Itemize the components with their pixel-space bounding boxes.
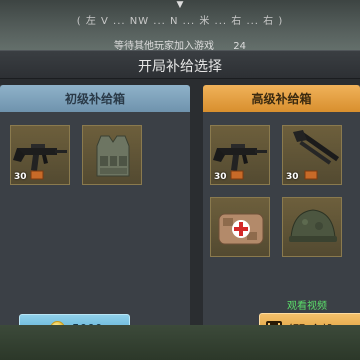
- advanced-supply-panel: 高级补给箱 30 30: [203, 85, 360, 351]
- dialog-header: 开局补给选择: [0, 51, 360, 79]
- item-slot-medkit: [210, 197, 270, 257]
- chevron-down-icon[interactable]: ▼: [175, 0, 185, 10]
- basic-supply-header: 初级补给箱: [0, 85, 190, 112]
- item-slot-rifle: 30: [10, 125, 70, 185]
- tactical-vest-icon: [96, 135, 130, 177]
- basic-supply-title: 初级补给箱: [64, 92, 125, 106]
- game-background-bottom: [0, 325, 360, 360]
- item-count: 30: [214, 172, 227, 182]
- watch-video-label[interactable]: 观看视频: [287, 297, 327, 312]
- basic-supply-panel: 初级补给箱 30: [0, 85, 190, 351]
- helmet-icon: [289, 209, 337, 242]
- supply-selection-dialog: 开局补给选择 初级补给箱 30 高级补给箱 30 30: [0, 50, 360, 351]
- advanced-supply-title: 高级补给箱: [251, 92, 312, 106]
- first-aid-kit-icon: [218, 213, 264, 245]
- hud-top-bar: ▼ ( 左 V ... NW ... N ... 米 ... 右 ... 右 )…: [0, 0, 360, 52]
- item-slot-shotgun: 30: [282, 125, 342, 185]
- item-slot-rifle: 30: [210, 125, 270, 185]
- item-count: 30: [286, 172, 299, 182]
- compass-strip: ( 左 V ... NW ... N ... 米 ... 右 ... 右 ): [76, 16, 284, 27]
- advanced-supply-header: 高级补给箱: [203, 85, 360, 112]
- item-count: 30: [14, 172, 27, 182]
- item-slot-vest: [82, 125, 142, 185]
- dialog-title: 开局补给选择: [138, 59, 222, 75]
- item-slot-helmet: [282, 197, 342, 257]
